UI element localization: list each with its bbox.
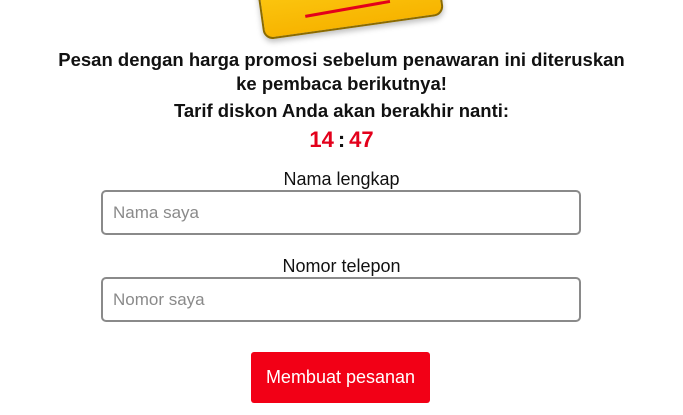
timer-separator: : bbox=[337, 127, 346, 152]
order-page: Pesan dengan harga promosi sebelum penaw… bbox=[0, 0, 683, 415]
full-name-label: Nama lengkap bbox=[283, 169, 400, 189]
badge-underline bbox=[305, 0, 391, 18]
headline-line-2: ke pembaca berikutnya! bbox=[236, 73, 447, 94]
countdown-timer: 14:47 bbox=[0, 126, 683, 154]
phone-number-input[interactable] bbox=[101, 277, 581, 322]
promo-headline: Pesan dengan harga promosi sebelum penaw… bbox=[0, 48, 683, 96]
place-order-button[interactable]: Membuat pesanan bbox=[251, 352, 430, 403]
promo-badge-image bbox=[253, 0, 445, 41]
timer-minutes: 14 bbox=[309, 127, 334, 152]
headline-line-1: Pesan dengan harga promosi sebelum penaw… bbox=[58, 49, 625, 70]
full-name-input[interactable] bbox=[101, 190, 581, 235]
timer-seconds: 47 bbox=[349, 127, 374, 152]
phone-number-label: Nomor telepon bbox=[282, 256, 401, 276]
discount-expiry-text: Tarif diskon Anda akan berakhir nanti: bbox=[173, 100, 510, 121]
